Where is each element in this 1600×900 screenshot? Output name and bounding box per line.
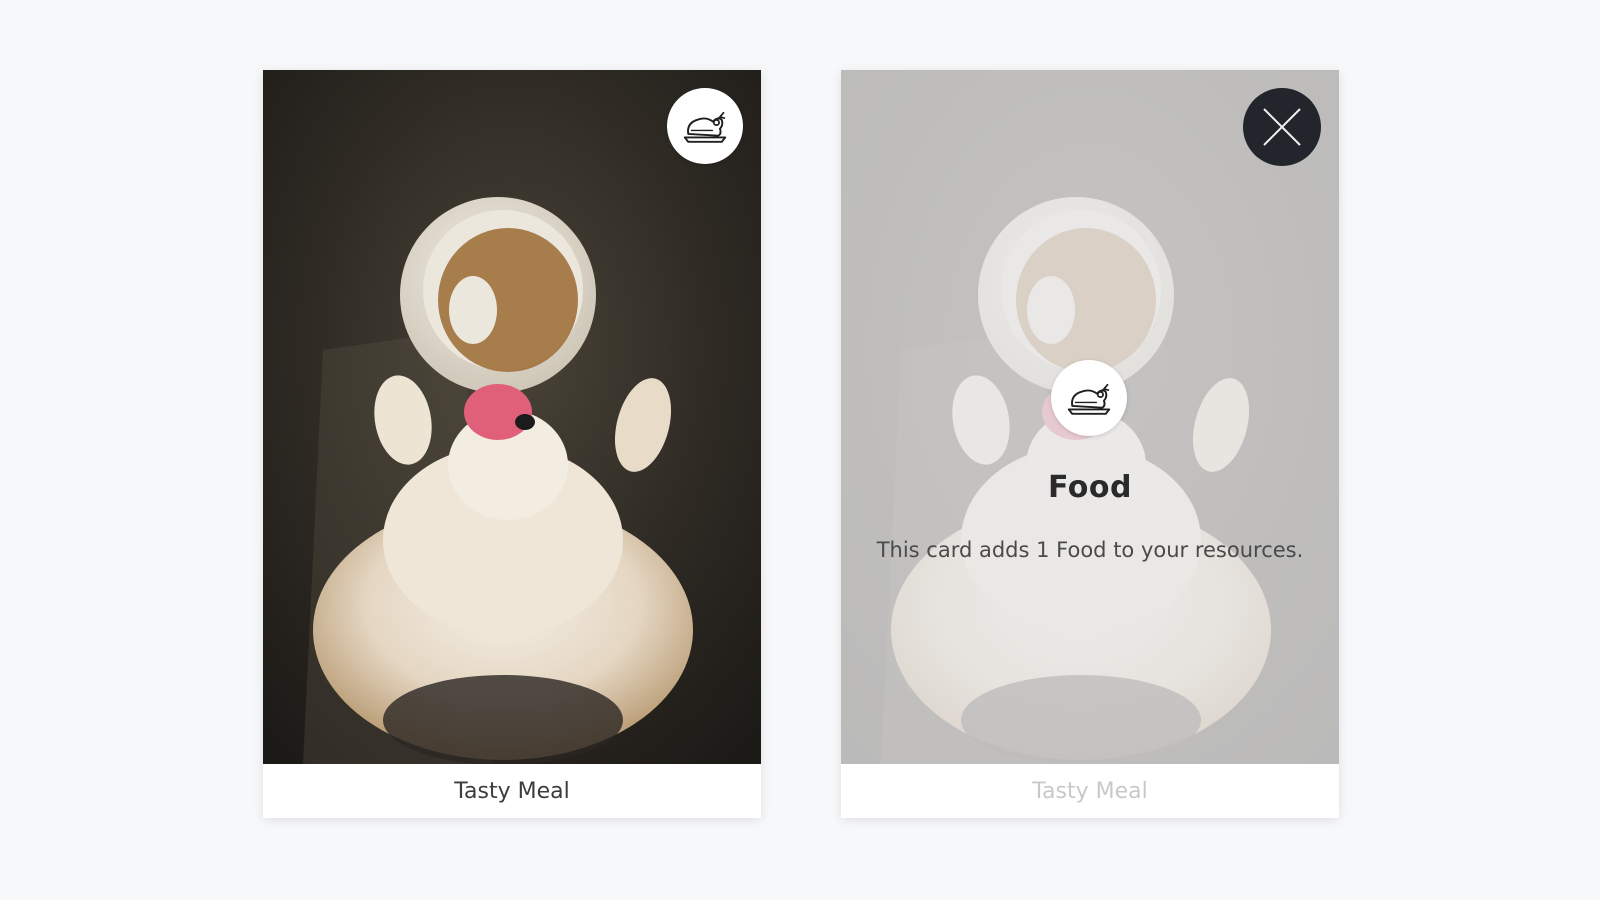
food-icon	[683, 111, 727, 143]
food-icon	[1067, 383, 1111, 415]
food-icon-badge	[1051, 360, 1127, 436]
card-front[interactable]: Tasty Meal	[263, 70, 761, 818]
card-caption: Tasty Meal	[1032, 778, 1148, 804]
close-button[interactable]	[1243, 88, 1321, 166]
food-icon-badge	[667, 88, 743, 164]
card-caption: Tasty Meal	[454, 778, 570, 804]
card-back[interactable]: Food This card adds 1 Food to your resou…	[841, 70, 1339, 818]
close-icon	[1263, 108, 1301, 146]
card-title: Food	[1048, 470, 1132, 505]
card-description: This card adds 1 Food to your resources.	[876, 538, 1304, 562]
dog-eating-photo	[263, 70, 761, 764]
